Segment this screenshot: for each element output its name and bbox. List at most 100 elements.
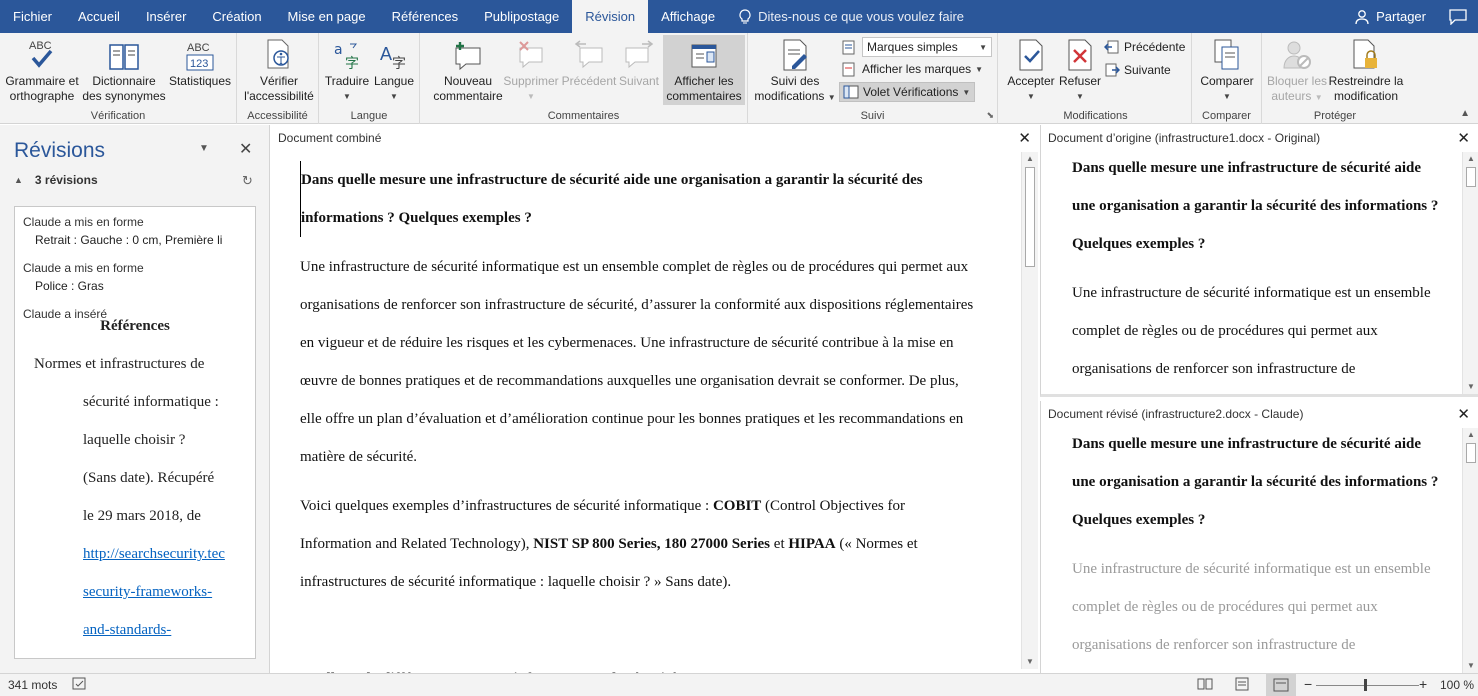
zoom-slider-thumb[interactable] [1364,679,1367,691]
revision-item[interactable]: Claude a inséré Références Normes et inf… [15,307,255,649]
check-accessibility-button[interactable]: Vérifier l'accessibilité [241,36,317,104]
tab-mise-en-page[interactable]: Mise en page [275,0,379,33]
zoom-out-icon[interactable]: − [1304,676,1312,692]
markup-select[interactable]: Marques simples ▼ [862,37,992,57]
tab-revision[interactable]: Révision [572,0,649,33]
reference-link[interactable]: and-standards- [15,611,255,649]
revision-item[interactable]: Claude a mis en forme Police : Gras [15,261,144,293]
show-markup-icon [842,62,855,77]
new-comment-button[interactable]: Nouveau commentaire [426,36,510,104]
group-verification: ABC Grammaire et orthographe Dictionnair… [0,33,237,124]
stats-button[interactable]: ABC 123 Statistiques [167,36,233,89]
scroll-up-icon[interactable]: ▲ [1463,428,1478,442]
revisions-list[interactable]: Claude a mis en forme Retrait : Gauche :… [14,206,256,659]
combined-scrollbar[interactable]: ▲ ▼ [1021,152,1038,669]
track-changes-button[interactable]: Suivi des modifications ▼ [752,36,838,105]
web-layout-icon[interactable] [1266,674,1296,696]
language-button[interactable]: A字 Langue ▼ [371,36,417,104]
tab-affichage[interactable]: Affichage [648,0,728,33]
collapse-chevron-icon[interactable]: ▲ [14,175,23,185]
comments-button[interactable] [1438,8,1478,25]
original-scrollbar[interactable]: ▲ ▼ [1462,152,1478,394]
scroll-down-icon[interactable]: ▼ [1463,659,1478,673]
compare-caret-icon: ▼ [1223,92,1231,101]
grammar-button[interactable]: ABC Grammaire et orthographe [5,36,79,104]
revisions-pane: Révisions ▼ ✕ ▲ 3 révisions ↻ Claude a m… [0,125,270,673]
revised-heading: Dans quelle mesure une infrastructure de… [1072,436,1439,528]
scrollbar-thumb[interactable] [1466,167,1476,187]
markup-display-icon [842,40,855,55]
scroll-up-icon[interactable]: ▲ [1463,152,1478,166]
previous-comment-button[interactable]: Précédent [560,36,618,89]
next-comment-icon [624,36,654,72]
revised-scrollbar[interactable]: ▲ ▼ [1462,428,1478,673]
print-layout-icon[interactable] [1235,677,1249,694]
zoom-in-icon[interactable]: + [1419,676,1427,692]
zoom-slider[interactable] [1316,685,1419,686]
svg-text:字: 字 [392,56,406,72]
reject-button[interactable]: Refuser ▼ [1056,36,1104,104]
combined-document-body[interactable]: Dans quelle mesure une infrastructure de… [300,161,980,696]
tab-accueil[interactable]: Accueil [65,0,133,33]
revision-item[interactable]: Claude a mis en forme Retrait : Gauche :… [15,215,222,247]
block-authors-label-2: auteurs [1271,89,1312,103]
close-icon[interactable]: ✕ [1457,405,1470,423]
close-icon[interactable]: ✕ [239,139,252,159]
show-markup-button[interactable]: Afficher les marques ▼ [842,59,983,79]
proofing-icon[interactable] [72,676,88,695]
read-mode-icon[interactable] [1197,677,1213,694]
share-button[interactable]: Partager [1342,9,1438,25]
comment-icon [1449,8,1467,25]
refresh-icon[interactable]: ↻ [242,173,253,189]
word-count[interactable]: 341 mots [8,678,57,692]
next-comment-button[interactable]: Suivant [616,36,662,89]
scroll-up-icon[interactable]: ▲ [1022,152,1038,166]
compare-button[interactable]: Comparer ▼ [1196,36,1258,104]
review-pane-button[interactable]: Volet Vérifications ▼ [839,82,976,102]
previous-change-button[interactable]: Précédente [1104,37,1185,57]
translate-button[interactable]: a字 Traduire ▼ [324,36,370,104]
track-changes-icon [780,36,810,72]
reference-link[interactable]: security-frameworks- [15,573,255,611]
show-comments-button[interactable]: Afficher les commentaires [663,35,745,105]
tab-creation[interactable]: Création [199,0,274,33]
tab-references[interactable]: Références [379,0,471,33]
revised-document-viewport[interactable]: Dans quelle mesure une infrastructure de… [1041,425,1461,673]
revisions-count: 3 révisions [34,173,98,187]
thesaurus-button[interactable]: Dictionnaire des synonymes [82,36,166,104]
restrict-editing-button[interactable]: Restreindre la modification [1326,36,1406,104]
delete-comment-button[interactable]: Supprimer ▼ [503,36,559,104]
revised-document-title: Document révisé (infrastructure2.docx - … [1048,407,1304,421]
zoom-level[interactable]: 100 % [1440,678,1474,692]
restrict-label-2: modification [1333,89,1399,103]
tab-publipostage[interactable]: Publipostage [471,0,572,33]
tab-inserer[interactable]: Insérer [133,0,199,33]
close-icon[interactable]: ✕ [1018,129,1031,147]
tell-me-box[interactable]: Dites-nous ce que vous voulez faire [728,8,974,25]
restrict-editing-icon [1351,36,1381,72]
grammar-label-1: Grammaire et [5,74,79,88]
original-document-viewport[interactable]: Dans quelle mesure une infrastructure de… [1041,149,1461,394]
accessibility-icon [264,36,294,72]
pane-options-icon[interactable]: ▼ [199,143,209,154]
accept-button[interactable]: Accepter ▼ [1004,36,1058,104]
translate-icon: a字 [332,36,362,72]
revisions-summary[interactable]: ▲ 3 révisions [14,173,98,187]
combined-document-pane: Document combiné ✕ Dans quelle mesure un… [271,125,1039,687]
next-change-button[interactable]: Suivante [1104,60,1171,80]
collapse-ribbon-icon[interactable]: ▲ [1460,108,1470,119]
reference-link[interactable]: http://searchsecurity.tec [15,535,255,573]
reference-line: Normes et infrastructures de [34,356,205,372]
close-icon[interactable]: ✕ [1457,129,1470,147]
document-paragraph: Voici quelques exemples d’infrastructure… [300,487,980,601]
text-run: et [770,536,789,552]
group-accessibility: Vérifier l'accessibilité Accessibilité [237,33,319,124]
block-authors-button[interactable]: Bloquer les auteurs ▼ [1266,36,1328,105]
group-language: a字 Traduire ▼ A字 Langue ▼ Langue [319,33,420,124]
tab-fichier[interactable]: Fichier [0,0,65,33]
scrollbar-thumb[interactable] [1025,167,1035,267]
scrollbar-thumb[interactable] [1466,443,1476,463]
next-change-icon [1105,63,1120,77]
scroll-down-icon[interactable]: ▼ [1022,655,1038,669]
scroll-down-icon[interactable]: ▼ [1463,380,1478,394]
